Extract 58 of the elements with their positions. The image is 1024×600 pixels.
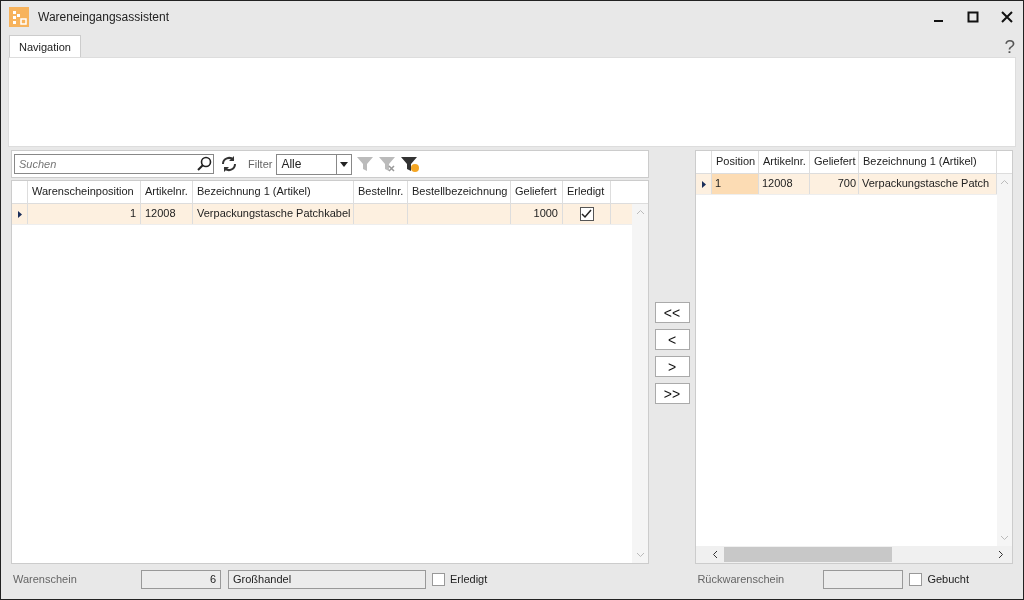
warenschein-label: Warenschein xyxy=(13,573,78,585)
scroll-up-icon[interactable] xyxy=(635,209,645,215)
column-header[interactable]: Warenscheinposition xyxy=(28,181,141,203)
app-icon xyxy=(9,7,29,27)
vertical-scrollbar[interactable] xyxy=(997,174,1012,546)
table-cell: 12008 xyxy=(145,207,176,219)
column-header[interactable]: Bestellbezeichnung xyxy=(408,181,511,203)
checkbox[interactable] xyxy=(909,572,923,586)
refresh-icon[interactable] xyxy=(220,155,238,173)
column-header[interactable]: Bestellnr. xyxy=(354,181,408,203)
search-icon[interactable] xyxy=(196,156,212,172)
scroll-down-icon[interactable] xyxy=(635,552,645,558)
checkbox-label: Gebucht xyxy=(927,573,969,585)
scroll-up-icon[interactable] xyxy=(1000,179,1009,185)
search-field[interactable]: Suchen xyxy=(14,154,214,174)
column-header[interactable]: Erledigt xyxy=(563,181,611,203)
window-title: Wareneingangsassistent xyxy=(38,10,169,24)
rueckwarenschein-label: Rückwarenschein xyxy=(697,573,786,585)
column-header[interactable]: Bezeichnung 1 (Artikel) xyxy=(859,151,997,173)
scroll-down-icon[interactable] xyxy=(1000,535,1009,541)
filter-label: Filter xyxy=(248,158,273,170)
funnel-star-icon[interactable] xyxy=(400,155,421,173)
checkbox-label: Erledigt xyxy=(450,573,488,585)
transfer-button[interactable]: >> xyxy=(654,383,690,404)
transfer-button[interactable]: << xyxy=(654,302,690,323)
column-header[interactable]: Artikelnr. xyxy=(759,151,810,173)
table-cell: 1000 xyxy=(533,207,558,219)
scroll-left-icon[interactable] xyxy=(712,550,718,559)
table-cell: Verpackungstasche Patch xyxy=(862,177,990,189)
table-cell: 700 xyxy=(837,177,856,189)
column-header[interactable]: Position xyxy=(712,151,759,173)
table-cell: Verpackungstasche Patchkabel xyxy=(197,207,351,219)
vertical-scrollbar[interactable] xyxy=(632,204,648,563)
column-header[interactable]: Bezeichnung 1 (Artikel) xyxy=(193,181,354,203)
table-cell: 1 xyxy=(129,207,136,219)
transfer-button[interactable]: > xyxy=(654,356,690,377)
maximize-icon[interactable] xyxy=(967,11,979,23)
funnel-icon[interactable] xyxy=(356,156,375,172)
table-cell: 12008 xyxy=(762,177,793,189)
checkbox[interactable] xyxy=(432,572,445,586)
row-indicator-icon xyxy=(17,210,22,218)
help-icon[interactable]: ? xyxy=(1004,37,1015,57)
filter-dropdown[interactable]: Alle xyxy=(276,153,353,175)
table-cell: 1 xyxy=(715,177,722,189)
name-field[interactable]: Großhandel xyxy=(228,569,426,589)
close-icon[interactable] xyxy=(1001,11,1013,23)
navigation-tab[interactable]: Navigation xyxy=(9,35,81,57)
input-field[interactable] xyxy=(823,569,904,589)
dropdown-arrow-icon xyxy=(340,161,349,167)
transfer-button[interactable]: < xyxy=(654,329,690,350)
column-header[interactable]: Artikelnr. xyxy=(141,181,193,203)
row-indicator-icon xyxy=(701,180,706,188)
column-header[interactable]: Geliefert xyxy=(810,151,859,173)
scroll-right-icon[interactable] xyxy=(998,550,1004,559)
checkbox[interactable] xyxy=(579,207,594,221)
number-field[interactable]: 6 xyxy=(141,569,221,589)
horizontal-scrollbar[interactable] xyxy=(696,546,1012,563)
column-header[interactable]: Geliefert xyxy=(511,181,563,203)
